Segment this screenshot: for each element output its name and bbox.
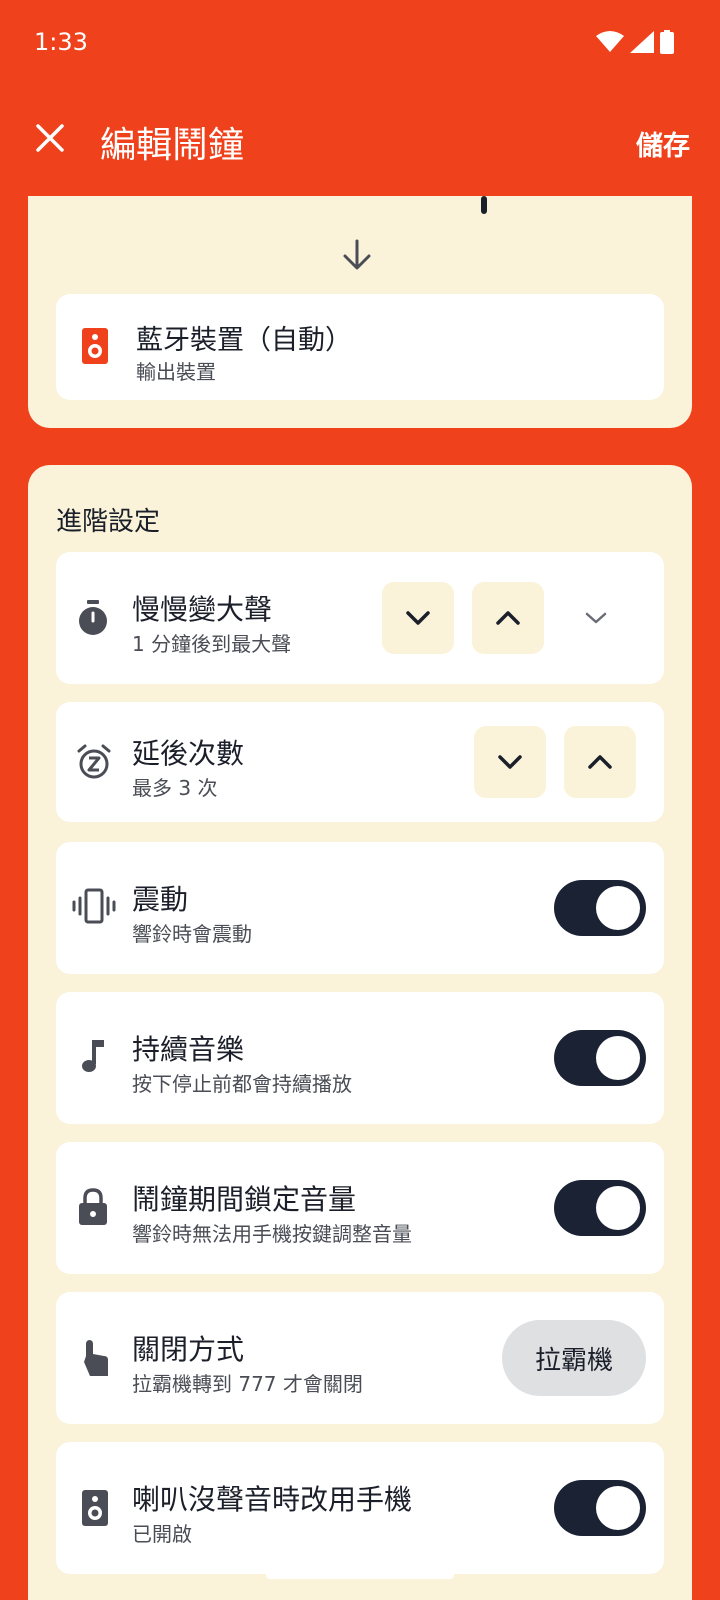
row-title: 鬧鐘期間鎖定音量 (132, 1183, 357, 1216)
continuous-music-toggle[interactable] (554, 1030, 646, 1086)
save-button[interactable]: 儲存 (636, 124, 690, 163)
phone-fallback-toggle[interactable] (554, 1480, 646, 1536)
lock-volume-row[interactable]: 鬧鐘期間鎖定音量 響鈴時無法用手機按鍵調整音量 (56, 1142, 664, 1274)
vibrate-row[interactable]: 震動 響鈴時會震動 (56, 842, 664, 974)
page-title: 編輯鬧鐘 (100, 125, 245, 166)
output-device-subtitle: 輸出裝置 (136, 360, 216, 384)
lock-icon (79, 1188, 107, 1225)
row-title: 喇叭沒聲音時改用手機 (132, 1483, 413, 1516)
home-indicator[interactable] (266, 1571, 454, 1579)
row-subtitle: 響鈴時無法用手機按鍵調整音量 (132, 1222, 412, 1246)
battery-icon (660, 30, 674, 54)
dismiss-method-button[interactable]: 拉霸機 (502, 1320, 646, 1396)
timer-icon (79, 600, 107, 635)
toggle-knob (596, 1486, 640, 1530)
expand-chevron-icon[interactable] (584, 611, 608, 625)
toggle-knob (596, 1186, 640, 1230)
tap-icon (84, 1340, 108, 1376)
row-title: 延後次數 (132, 737, 245, 770)
increase-button[interactable] (564, 726, 636, 798)
lock-volume-toggle[interactable] (554, 1180, 646, 1236)
snooze-count-row: 延後次數 最多 3 次 (56, 702, 664, 822)
chevron-up-icon (588, 755, 612, 769)
app-bar: 編輯鬧鐘 儲存 (0, 96, 720, 188)
section-title: 進階設定 (56, 507, 161, 537)
status-icons (596, 30, 674, 54)
row-subtitle: 已開啟 (132, 1522, 192, 1546)
row-subtitle: 1 分鐘後到最大聲 (132, 632, 292, 656)
decrease-button[interactable] (382, 582, 454, 654)
dismiss-method-row: 關閉方式 拉霸機轉到 777 才會關閉 拉霸機 (56, 1292, 664, 1424)
row-title: 持續音樂 (132, 1033, 245, 1066)
chevron-down-icon (498, 755, 522, 769)
decrease-button[interactable] (474, 726, 546, 798)
close-icon[interactable] (30, 118, 70, 158)
row-subtitle: 最多 3 次 (132, 776, 218, 800)
row-title: 震動 (132, 883, 189, 916)
toggle-knob (596, 886, 640, 930)
gradual-volume-row: 慢慢變大聲 1 分鐘後到最大聲 (56, 552, 664, 684)
row-title: 關閉方式 (132, 1333, 245, 1366)
phone-fallback-row[interactable]: 喇叭沒聲音時改用手機 已開啟 (56, 1442, 664, 1574)
output-card: 藍牙裝置（自動） 輸出裝置 (28, 196, 692, 428)
output-device-title: 藍牙裝置（自動） (136, 325, 352, 356)
status-time: 1:33 (34, 28, 88, 56)
speaker-icon (82, 328, 108, 364)
vibrate-icon (72, 888, 116, 924)
scroll-tick (481, 196, 487, 214)
wifi-icon (596, 31, 624, 52)
chevron-up-icon (496, 611, 520, 625)
status-bar: 1:33 (0, 0, 720, 88)
music-note-icon (82, 1040, 104, 1072)
advanced-settings-card: 進階設定 慢慢變大聲 1 分鐘後到最大聲 延後次數 最多 3 次 震動 響鈴時會… (28, 465, 692, 1600)
speaker-icon (82, 1490, 108, 1526)
signal-icon (630, 31, 654, 53)
arrow-down-icon (343, 239, 371, 270)
output-device-row[interactable]: 藍牙裝置（自動） 輸出裝置 (56, 294, 664, 400)
snooze-icon (77, 744, 111, 779)
row-subtitle: 響鈴時會震動 (132, 922, 252, 946)
row-title: 慢慢變大聲 (132, 593, 273, 626)
row-subtitle: 按下停止前都會持續播放 (132, 1072, 352, 1096)
toggle-knob (596, 1036, 640, 1080)
vibrate-toggle[interactable] (554, 880, 646, 936)
row-subtitle: 拉霸機轉到 777 才會關閉 (132, 1372, 363, 1396)
increase-button[interactable] (472, 582, 544, 654)
continuous-music-row[interactable]: 持續音樂 按下停止前都會持續播放 (56, 992, 664, 1124)
chevron-down-icon (406, 611, 430, 625)
